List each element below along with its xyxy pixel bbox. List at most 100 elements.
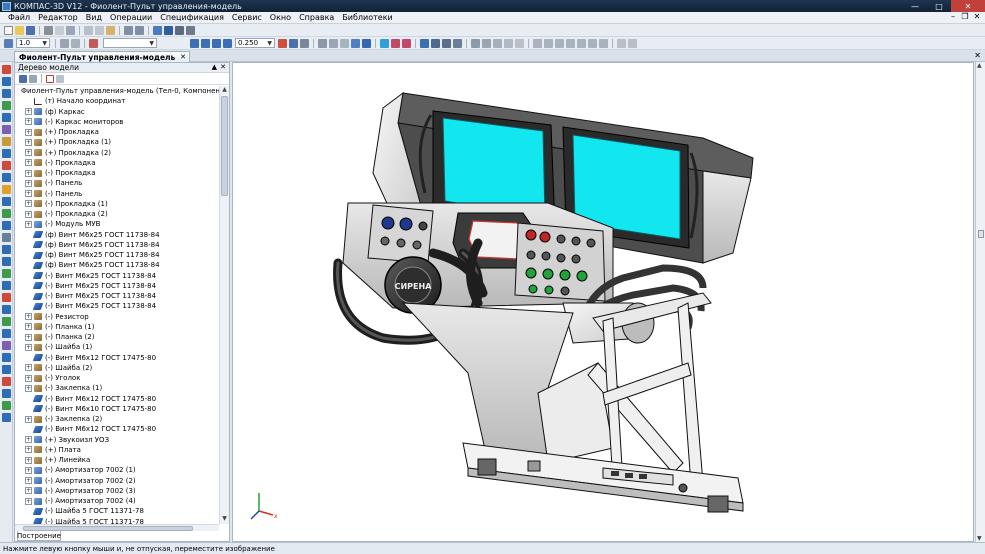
open-folder-icon[interactable] — [15, 25, 24, 35]
scroll-up-icon[interactable]: ▲ — [977, 62, 982, 69]
expand-icon[interactable]: + — [25, 343, 32, 351]
menu-file[interactable]: Файл — [4, 13, 34, 22]
print-preview-icon[interactable] — [55, 25, 64, 35]
document-tab[interactable]: Фиолент-Пульт управления-модель ✕ — [14, 51, 190, 62]
plane-icon[interactable] — [555, 38, 564, 48]
help-pointer-icon[interactable] — [186, 25, 195, 35]
grid-icon[interactable] — [60, 38, 69, 48]
scroll-up-icon[interactable]: ▲ — [220, 86, 229, 95]
model-viewport[interactable]: СИРЕНА x — [232, 62, 974, 542]
extra-tool-icon[interactable] — [617, 38, 626, 48]
menu-libraries[interactable]: Библиотеки — [338, 13, 396, 22]
tree-item[interactable]: + (+) Звукоизл УОЗ — [15, 435, 219, 445]
tree-item[interactable]: + (-) Прокладка — [15, 158, 219, 168]
fillet-icon[interactable] — [2, 137, 11, 146]
cursor-icon[interactable] — [4, 38, 13, 48]
elements-design-icon[interactable] — [2, 341, 11, 350]
spatial-curves-icon[interactable] — [2, 245, 11, 254]
hidden-lines-icon[interactable] — [329, 38, 338, 48]
tree-item[interactable]: + (-) Резистор — [15, 312, 219, 322]
mdi-minimize-button[interactable]: – — [947, 12, 959, 21]
tree-item[interactable]: + (-) Прокладка — [15, 168, 219, 178]
expand-icon[interactable]: + — [25, 436, 32, 444]
tree-item[interactable]: + (-) Каркас мониторов — [15, 117, 219, 127]
undo-icon[interactable] — [124, 25, 133, 35]
mdi-restore-button[interactable]: ❐ — [959, 12, 971, 21]
tree-settings-icon[interactable] — [56, 74, 64, 83]
tree-item[interactable]: (т) Начало координат — [15, 96, 219, 106]
tree-item[interactable]: + (-) Шайба (1) — [15, 342, 219, 352]
tree-item[interactable]: + (-) Заклепка (1) — [15, 383, 219, 393]
extra-tool-icon[interactable] — [628, 38, 637, 48]
cut-icon[interactable] — [84, 25, 93, 35]
rib-icon[interactable] — [2, 185, 11, 194]
tree-item[interactable]: + (-) Шайба (2) — [15, 363, 219, 373]
expand-icon[interactable]: + — [25, 313, 32, 321]
expand-icon[interactable]: + — [25, 446, 32, 454]
manager-icon[interactable] — [153, 25, 162, 35]
scroll-thumb[interactable] — [221, 96, 228, 196]
tree-item[interactable]: + (-) Заклепка (2) — [15, 414, 219, 424]
tree-item[interactable]: + (-) Амортизатор 7002 (2) — [15, 476, 219, 486]
axis-icon[interactable] — [544, 38, 553, 48]
mate-icon[interactable] — [515, 38, 524, 48]
mirror-icon[interactable] — [493, 38, 502, 48]
save-icon[interactable] — [26, 25, 35, 35]
expand-icon[interactable]: + — [25, 333, 32, 341]
tree-item[interactable]: + (-) Модуль МУВ — [15, 219, 219, 229]
specification-icon[interactable] — [2, 317, 11, 326]
hole-icon[interactable] — [2, 161, 11, 170]
surface-icon[interactable] — [588, 38, 597, 48]
reports-icon[interactable] — [2, 329, 11, 338]
menu-specification[interactable]: Спецификация — [156, 13, 228, 22]
curve-icon[interactable] — [577, 38, 586, 48]
sketch-icon[interactable] — [566, 38, 575, 48]
arrays-icon[interactable] — [2, 269, 11, 278]
close-icon[interactable]: ✕ — [220, 63, 226, 71]
dimensions-icon[interactable] — [2, 365, 11, 374]
expand-icon[interactable]: + — [25, 477, 32, 485]
tree-item[interactable]: (-) Шайба 5 ГОСТ 11371-78 — [15, 517, 219, 524]
pan-icon[interactable] — [278, 38, 287, 48]
wireframe-icon[interactable] — [318, 38, 327, 48]
chamfer-icon[interactable] — [2, 149, 11, 158]
point-icon[interactable] — [533, 38, 542, 48]
new-document-icon[interactable] — [4, 25, 13, 35]
mass-properties-icon[interactable] — [442, 38, 451, 48]
expand-icon[interactable]: + — [25, 364, 32, 372]
expand-icon[interactable]: + — [25, 128, 32, 136]
pattern-icon[interactable] — [2, 209, 11, 218]
attach-icon[interactable] — [599, 38, 608, 48]
tree-item[interactable]: + (+) Прокладка (2) — [15, 148, 219, 158]
close-icon[interactable]: ✕ — [180, 53, 186, 61]
layer-combobox[interactable]: ▼ — [103, 38, 157, 48]
tree-item[interactable]: + (-) Уголок — [15, 373, 219, 383]
expand-icon[interactable]: + — [25, 190, 32, 198]
tree-item[interactable]: (ф) Винт М6х25 ГОСТ 11738-84 — [15, 260, 219, 270]
library-icon[interactable] — [164, 25, 173, 35]
tree-filter-icon[interactable] — [46, 74, 54, 83]
tree-item[interactable]: + (-) Планка (1) — [15, 322, 219, 332]
tree-item[interactable]: (ф) Винт М6х25 ГОСТ 11738-84 — [15, 250, 219, 260]
expand-icon[interactable]: + — [25, 149, 32, 157]
tab-construction[interactable]: Построение — [17, 531, 61, 541]
tree-horizontal-scrollbar[interactable] — [15, 524, 219, 531]
menu-operations[interactable]: Операции — [106, 13, 156, 22]
redo-icon[interactable] — [135, 25, 144, 35]
shell-icon[interactable] — [2, 173, 11, 182]
tree-item[interactable]: + (-) Прокладка (2) — [15, 209, 219, 219]
maximize-button[interactable]: □ — [927, 0, 951, 12]
tree-item[interactable]: + (-) Амортизатор 7002 (4) — [15, 496, 219, 506]
tree-sort-icon[interactable] — [29, 74, 37, 83]
assembly-icon[interactable] — [2, 389, 11, 398]
tree-item[interactable]: (-) Винт М6х12 ГОСТ 17475-80 — [15, 394, 219, 404]
tree-item[interactable]: (ф) Винт М6х25 ГОСТ 11738-84 — [15, 240, 219, 250]
tree-item[interactable]: (-) Винт М6х25 ГОСТ 11738-84 — [15, 291, 219, 301]
tree-root[interactable]: Фиолент-Пульт управления-модель (Тел-0, … — [15, 86, 219, 96]
menu-window[interactable]: Окно — [266, 13, 295, 22]
create-component-icon[interactable] — [482, 38, 491, 48]
snap-icon[interactable] — [71, 38, 80, 48]
expand-icon[interactable]: + — [25, 415, 32, 423]
tree-item[interactable]: + (+) Плата — [15, 445, 219, 455]
mirror-body-icon[interactable] — [2, 221, 11, 230]
